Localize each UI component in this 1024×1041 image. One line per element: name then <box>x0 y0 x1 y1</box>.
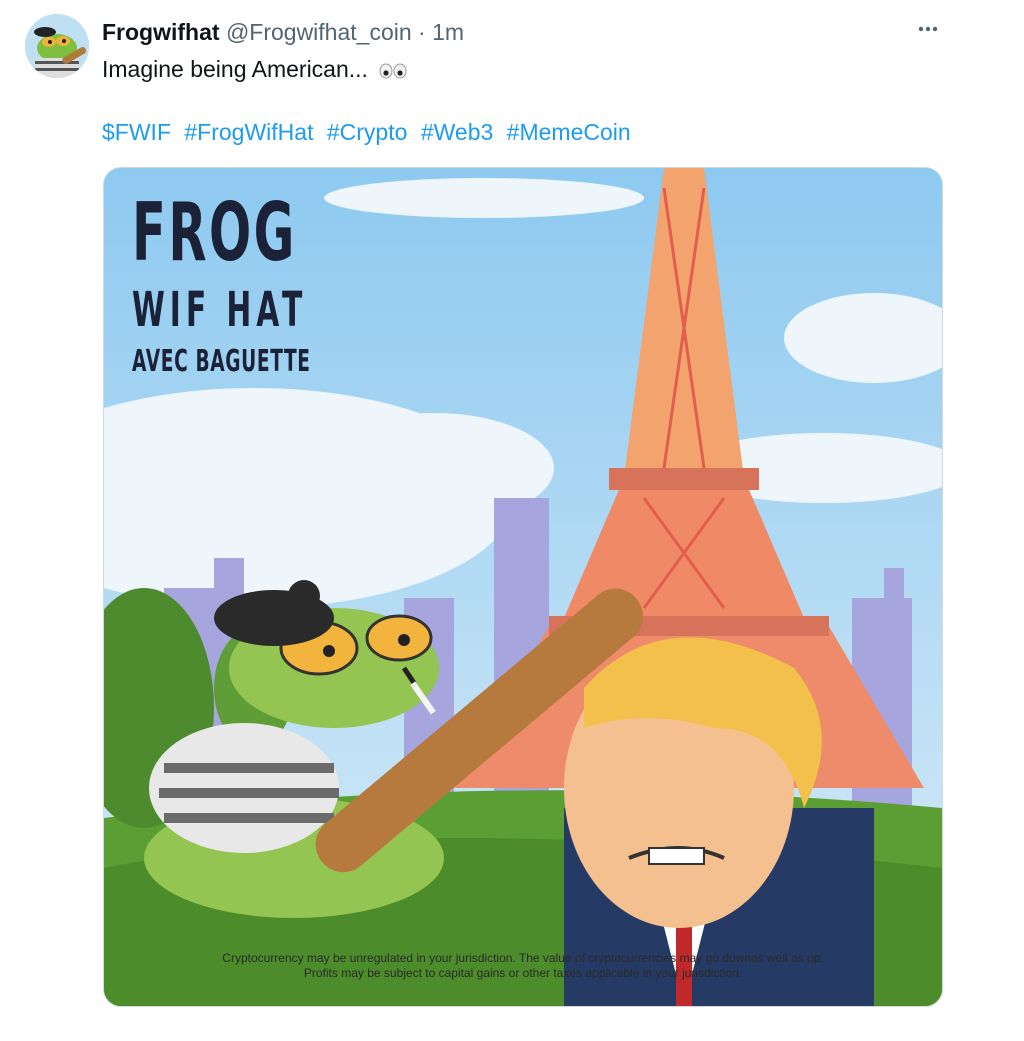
hashtag-link[interactable]: $FWIF <box>102 119 171 145</box>
separator: · <box>418 19 426 45</box>
eyes-icon <box>379 63 407 79</box>
tweet-image[interactable]: FROG WIF HAT AVEC BAGUETTE Cryptocurrenc… <box>103 167 943 1007</box>
avatar[interactable] <box>25 14 89 78</box>
frog-avatar-icon <box>25 14 89 78</box>
hashtag-link[interactable]: #MemeCoin <box>507 119 631 145</box>
user-handle[interactable]: @Frogwifhat_coin <box>226 19 412 45</box>
disclaimer-line-2: Profits may be subject to capital gains … <box>303 966 743 980</box>
disclaimer-line-1: Cryptocurrency may be unregulated in you… <box>222 951 824 965</box>
tweet-text-row: Imagine being American... <box>102 54 408 84</box>
hashtag-link[interactable]: #FrogWifHat <box>184 119 313 145</box>
poster-title-line-3: AVEC BAGUETTE <box>132 344 311 379</box>
timestamp[interactable]: 1m <box>432 19 464 45</box>
display-name[interactable]: Frogwifhat <box>102 19 220 45</box>
hashtags: $FWIF #FrogWifHat #Crypto #Web3 #MemeCoi… <box>102 117 631 147</box>
poster-title-line-2: WIF HAT <box>132 282 308 338</box>
poster-title-line-1: FROG <box>132 186 297 279</box>
tweet-header: Frogwifhat @Frogwifhat_coin · 1m <box>102 17 464 47</box>
more-button[interactable] <box>913 14 943 44</box>
hashtag-link[interactable]: #Web3 <box>421 119 493 145</box>
more-horizontal-icon <box>918 26 938 32</box>
hashtag-link[interactable]: #Crypto <box>327 119 408 145</box>
crypto-disclaimer: Cryptocurrency may be unregulated in you… <box>104 951 942 981</box>
tweet-text: Imagine being American... <box>102 56 368 82</box>
